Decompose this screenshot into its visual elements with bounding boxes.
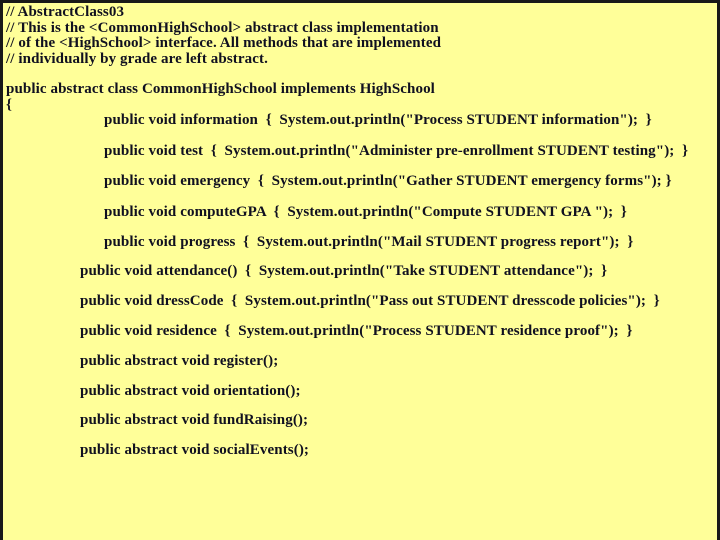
method-dresscode: public void dressCode { System.out.print… xyxy=(80,292,660,309)
class-declaration: public abstract class CommonHighSchool i… xyxy=(6,81,435,97)
method-progress: public void progress { System.out.printl… xyxy=(104,233,634,250)
method-test: public void test { System.out.println("A… xyxy=(104,142,689,159)
comment-line-3: // of the <HighSchool> interface. All me… xyxy=(6,35,442,51)
comment-line-2: // This is the <CommonHighSchool> abstra… xyxy=(6,19,439,36)
comment-line-4: // individually by grade are left abstra… xyxy=(6,50,268,67)
abstract-method-orientation: public abstract void orientation(); xyxy=(80,382,301,399)
method-attendance: public void attendance() { System.out.pr… xyxy=(80,263,608,280)
code-slide: // AbstractClass03 // This is the <Commo… xyxy=(0,0,720,540)
method-information: public void information { System.out.pri… xyxy=(104,112,652,129)
class-open-brace: { xyxy=(6,96,13,113)
code-block: // AbstractClass03 // This is the <Commo… xyxy=(3,3,717,458)
comment-line-1: // AbstractClass03 xyxy=(6,4,125,20)
abstract-method-register: public abstract void register(); xyxy=(80,352,279,369)
method-residence: public void residence { System.out.print… xyxy=(80,323,633,340)
abstract-method-socialevents: public abstract void socialEvents(); xyxy=(80,441,310,458)
method-emergency: public void emergency { System.out.print… xyxy=(104,173,672,190)
abstract-method-fundraising: public abstract void fundRaising(); xyxy=(80,412,309,429)
spacer-after-comments xyxy=(4,67,717,82)
method-computegpa: public void computeGPA { System.out.prin… xyxy=(104,203,627,220)
